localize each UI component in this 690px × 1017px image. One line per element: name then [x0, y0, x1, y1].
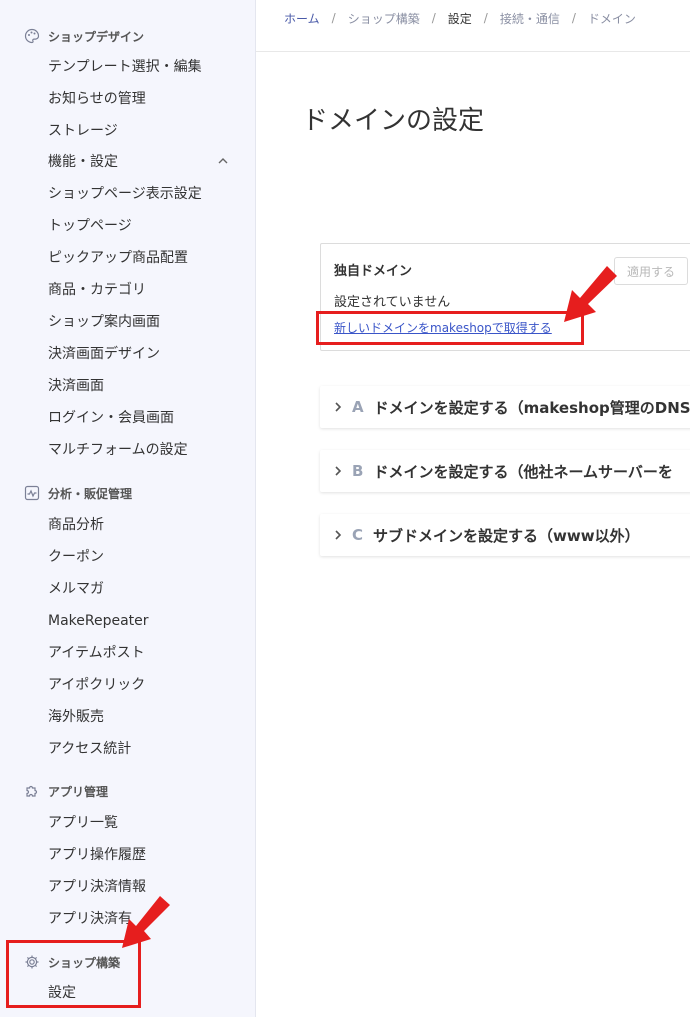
sidebar-item-mailmag[interactable]: メルマガ: [48, 577, 104, 601]
sidebar: ショップデザイン テンプレート選択・編集 お知らせの管理 ストレージ 機能・設定…: [0, 0, 256, 1017]
section-title: ショップデザイン: [48, 29, 145, 44]
section-title: 分析・販促管理: [48, 486, 133, 501]
breadcrumb-home[interactable]: ホーム: [284, 10, 320, 27]
apply-button[interactable]: 適用する: [614, 257, 688, 285]
sidebar-item-itempost[interactable]: アイテムポスト: [48, 641, 145, 665]
sidebar-item-shop-guide[interactable]: ショップ案内画面: [48, 310, 160, 334]
breadcrumb-separator: /: [483, 11, 488, 25]
domain-status: 設定されていません: [334, 295, 451, 310]
section-apps: アプリ管理: [24, 779, 108, 803]
sidebar-item-multiform[interactable]: マルチフォームの設定: [48, 438, 188, 462]
breadcrumb-separator: /: [431, 11, 436, 25]
accordion-label: ドメインを設定する（他社ネームサーバーを: [373, 462, 673, 481]
chart-icon: [24, 485, 40, 501]
sidebar-item-pickup[interactable]: ピックアップ商品配置: [48, 246, 188, 270]
accordion-label: サブドメインを設定する（www以外）: [373, 526, 640, 545]
chevron-up-icon[interactable]: [216, 154, 230, 168]
accordion-b[interactable]: B ドメインを設定する（他社ネームサーバーを: [320, 450, 690, 492]
sidebar-item-products[interactable]: 商品・カテゴリ: [48, 278, 146, 302]
breadcrumb-connection[interactable]: 接続・通信: [500, 10, 560, 27]
breadcrumb-separator: /: [571, 11, 576, 25]
sidebar-item-access-stats[interactable]: アクセス統計: [48, 737, 131, 761]
sidebar-item-app-history[interactable]: アプリ操作履歴: [48, 843, 146, 867]
accordion-a[interactable]: A ドメインを設定する（makeshop管理のDNS: [320, 386, 690, 428]
sidebar-item-overseas[interactable]: 海外販売: [48, 705, 104, 729]
header-divider: [256, 51, 690, 52]
sidebar-item-aipoclick[interactable]: アイポクリック: [48, 673, 145, 697]
red-arrow-icon: [122, 896, 170, 948]
page-title: ドメインの設定: [302, 106, 485, 136]
card-title: 独自ドメイン: [334, 264, 413, 279]
breadcrumb-shop-build[interactable]: ショップ構築: [348, 10, 420, 27]
chevron-right-icon: [335, 466, 342, 476]
section-analysis: 分析・販促管理: [24, 481, 132, 505]
accordion-letter: A: [352, 398, 364, 416]
chevron-right-icon: [335, 402, 342, 412]
accordion-letter: C: [352, 526, 364, 544]
sidebar-item-news[interactable]: お知らせの管理: [48, 87, 146, 111]
section-shop-design: ショップデザイン: [24, 24, 144, 48]
sidebar-item-top-page[interactable]: トップページ: [48, 214, 132, 238]
puzzle-icon: [24, 783, 40, 799]
sidebar-item-coupon[interactable]: クーポン: [48, 545, 104, 569]
red-arrow-icon: [564, 266, 617, 322]
sidebar-item-product-analysis[interactable]: 商品分析: [48, 513, 104, 537]
breadcrumb-settings[interactable]: 設定: [448, 10, 472, 27]
sidebar-item-page-display[interactable]: ショップページ表示設定: [48, 182, 202, 206]
section-title: アプリ管理: [48, 784, 109, 799]
highlight-box-domain-link: [316, 311, 584, 345]
palette-icon: [24, 28, 40, 44]
sidebar-item-payment-design[interactable]: 決済画面デザイン: [48, 342, 160, 366]
breadcrumb-domain: ドメイン: [587, 11, 636, 26]
sidebar-item-app-list[interactable]: アプリ一覧: [48, 811, 118, 835]
breadcrumb-separator: /: [331, 11, 336, 25]
accordion-c[interactable]: C サブドメインを設定する（www以外）: [320, 514, 690, 556]
breadcrumb: ホーム / ショップ構築 / 設定 / 接続・通信 / ドメイン: [284, 8, 636, 28]
sidebar-item-payment[interactable]: 決済画面: [48, 374, 104, 398]
sidebar-item-features[interactable]: 機能・設定: [48, 150, 118, 174]
sidebar-item-storage[interactable]: ストレージ: [48, 119, 118, 143]
sidebar-item-makerepeater[interactable]: MakeRepeater: [48, 609, 149, 633]
accordion-label: ドメインを設定する（makeshop管理のDNS: [373, 398, 690, 417]
accordion-letter: B: [352, 462, 364, 480]
sidebar-item-login[interactable]: ログイン・会員画面: [48, 406, 174, 430]
chevron-right-icon: [335, 530, 342, 540]
sidebar-item-template[interactable]: テンプレート選択・編集: [48, 55, 202, 79]
